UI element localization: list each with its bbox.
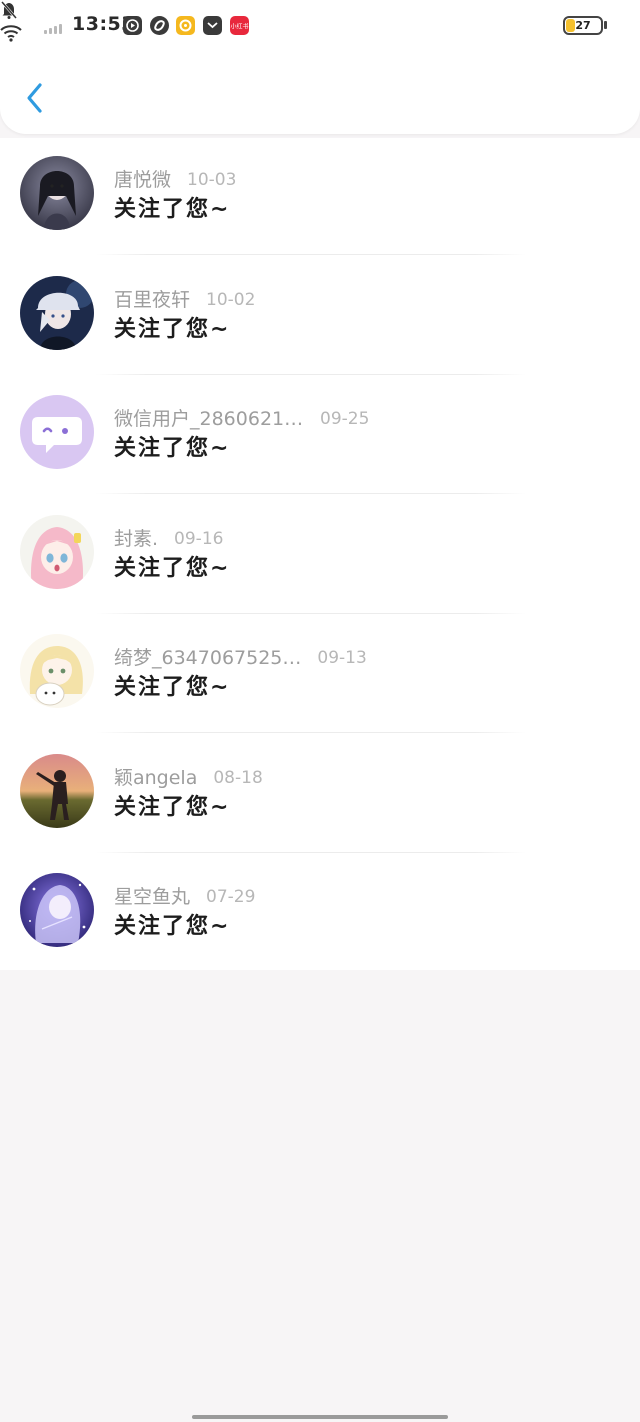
avatar[interactable]	[20, 634, 94, 708]
divider	[96, 732, 526, 733]
battery-level: 27	[575, 19, 591, 32]
svg-text:小红书: 小红书	[230, 23, 248, 31]
notification-date: 07-29	[206, 887, 256, 907]
top-header-card: 13:53 小红书 27	[0, 0, 640, 134]
avatar-anime-boy-cap	[20, 275, 94, 350]
notification-meta: 百里夜轩 10-02	[114, 288, 255, 312]
notification-date: 09-16	[174, 528, 224, 549]
home-indicator[interactable]	[192, 1415, 448, 1419]
avatar[interactable]	[20, 514, 94, 589]
xiaohongshu-app-icon: 小红书	[230, 16, 249, 35]
notification-message: 关注了您~	[114, 914, 231, 939]
notification-meta: 唐悦微 10-03	[114, 168, 236, 192]
username[interactable]: 唐悦微	[114, 168, 171, 192]
notification-date: 10-02	[206, 289, 256, 310]
notification-message: 关注了您~	[114, 436, 231, 461]
avatar[interactable]	[20, 156, 94, 230]
notification-meta: 颖angela 08-18	[114, 766, 263, 790]
divider	[96, 373, 526, 375]
notification-item[interactable]: 微信用户_286062111 09-25 关注了您~	[0, 377, 640, 496]
notification-date: 10-03	[187, 170, 237, 190]
notification-message: 关注了您~	[114, 555, 231, 581]
divider	[96, 612, 526, 614]
notification-item[interactable]: 颖angela 08-18 关注了您~	[0, 736, 640, 855]
battery-cap	[604, 21, 607, 29]
notification-message: 关注了您~	[114, 197, 231, 222]
avatar-sunset-silhouette	[20, 753, 94, 828]
avatar-purple-starry-girl	[20, 873, 94, 947]
notification-message: 关注了您~	[114, 675, 231, 700]
notification-date: 09-25	[320, 409, 370, 429]
notification-item[interactable]: 唐悦微 10-03 关注了您~	[0, 138, 640, 257]
notification-date: 09-13	[317, 648, 367, 668]
avatar[interactable]	[20, 753, 94, 828]
avatar-purple-chat-bubble	[20, 395, 94, 469]
chevron-left-icon	[27, 83, 42, 113]
avatar[interactable]	[20, 873, 94, 947]
follower-notification-list: 唐悦微 10-03 关注了您~ 百里夜轩 10-02 关注了您~ 微信用户_28606211…	[0, 138, 640, 970]
notification-meta: 星空鱼丸 07-29	[114, 885, 255, 909]
username[interactable]: 封素.	[114, 527, 158, 551]
status-bar: 13:53 小红书 27	[0, 0, 640, 52]
wallet-app-icon	[203, 16, 222, 35]
notification-meta: 绮梦_6347067525… 09-13	[114, 646, 367, 670]
username[interactable]: 百里夜轩	[114, 288, 190, 312]
avatar[interactable]	[20, 395, 94, 469]
notification-item[interactable]: 绮梦_6347067525… 09-13 关注了您~	[0, 616, 640, 735]
signal-strength-icon	[44, 22, 66, 34]
avatar[interactable]	[20, 275, 94, 350]
avatar-pink-hair-girl	[20, 514, 94, 589]
divider	[96, 493, 526, 494]
notification-message: 关注了您~	[114, 794, 231, 820]
username[interactable]: 颖angela	[114, 766, 197, 790]
username[interactable]: 绮梦_6347067525…	[114, 646, 301, 670]
notification-date: 08-18	[213, 767, 263, 788]
notification-meta: 封素. 09-16	[114, 527, 223, 551]
notification-message: 关注了您~	[114, 316, 231, 342]
username[interactable]: 星空鱼丸	[114, 885, 190, 909]
battery-icon: 27	[563, 16, 603, 35]
yellow-c-app-icon	[176, 16, 195, 35]
avatar-dark-gothic-girl	[20, 156, 94, 230]
notification-meta: 微信用户_286062111 09-25	[114, 407, 369, 431]
back-button[interactable]	[18, 78, 54, 118]
swirl-app-icon	[150, 16, 169, 35]
username[interactable]: 微信用户_286062111	[114, 407, 304, 431]
avatar-blonde-girl-cat	[20, 634, 94, 708]
notification-item[interactable]: 封素. 09-16 关注了您~	[0, 497, 640, 616]
divider	[96, 254, 526, 255]
notification-item[interactable]: 百里夜轩 10-02 关注了您~	[0, 258, 640, 377]
notification-item[interactable]: 星空鱼丸 07-29 关注了您~	[0, 855, 640, 974]
media-play-icon	[123, 16, 142, 35]
divider	[96, 851, 526, 853]
